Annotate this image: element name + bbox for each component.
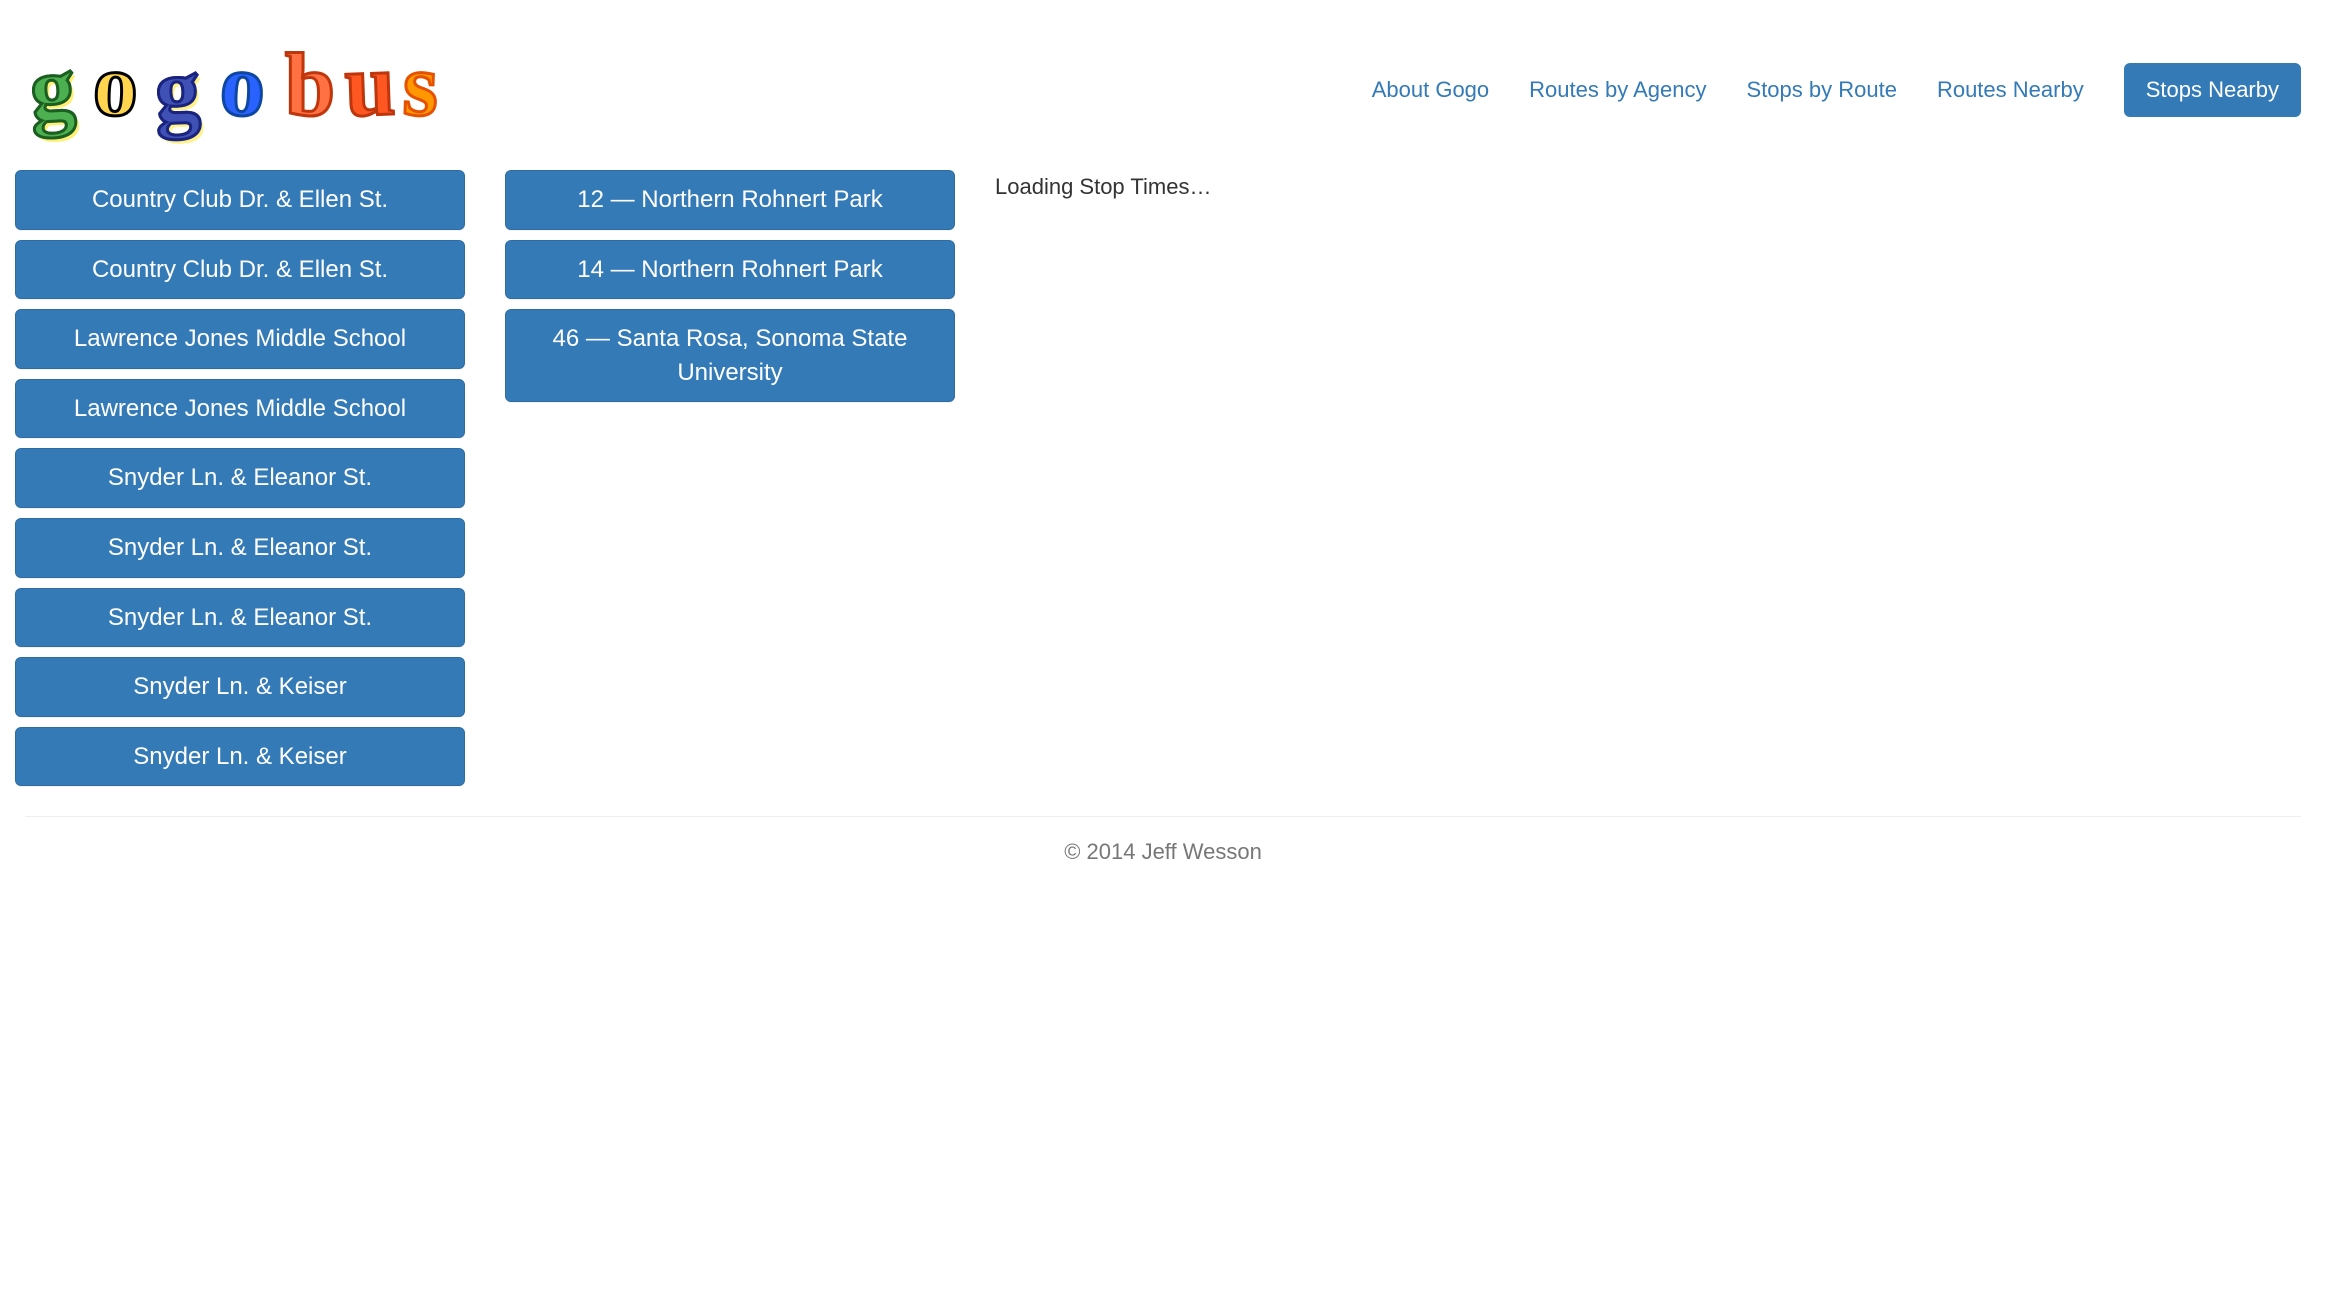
stop-button[interactable]: Country Club Dr. & Ellen St.	[15, 170, 465, 230]
header: g g g o g g g o b u s	[15, 0, 2311, 170]
route-button[interactable]: 14 — Northern Rohnert Park	[505, 240, 955, 300]
loading-text: Loading Stop Times…	[995, 174, 2311, 200]
nav-routes-nearby[interactable]: Routes Nearby	[1937, 77, 2084, 103]
routes-column: 12 — Northern Rohnert Park 14 — Northern…	[505, 170, 955, 786]
logo[interactable]: g g g o g g g o b u s	[25, 30, 465, 150]
svg-text:u: u	[343, 35, 396, 136]
stop-button[interactable]: Snyder Ln. & Keiser	[15, 657, 465, 717]
svg-text:b: b	[285, 36, 335, 135]
copyright-text: © 2014 Jeff Wesson	[1064, 839, 1262, 864]
stop-button[interactable]: Snyder Ln. & Keiser	[15, 727, 465, 787]
svg-text:s: s	[401, 35, 439, 135]
route-button[interactable]: 12 — Northern Rohnert Park	[505, 170, 955, 230]
stop-button[interactable]: Country Club Dr. & Ellen St.	[15, 240, 465, 300]
nav-stops-nearby[interactable]: Stops Nearby	[2124, 63, 2301, 117]
stop-button[interactable]: Lawrence Jones Middle School	[15, 309, 465, 369]
nav-stops-by-route[interactable]: Stops by Route	[1747, 77, 1897, 103]
stop-button[interactable]: Lawrence Jones Middle School	[15, 379, 465, 439]
nav-routes-by-agency[interactable]: Routes by Agency	[1529, 77, 1706, 103]
route-button[interactable]: 46 — Santa Rosa, Sonoma State University	[505, 309, 955, 402]
stop-button[interactable]: Snyder Ln. & Eleanor St.	[15, 518, 465, 578]
stop-button[interactable]: Snyder Ln. & Eleanor St.	[15, 448, 465, 508]
stop-times-column: Loading Stop Times…	[995, 170, 2311, 786]
svg-text:o: o	[218, 35, 268, 136]
logo-svg: g g g o g g g o b u s	[25, 30, 465, 150]
svg-text:g: g	[153, 40, 201, 141]
nav-about[interactable]: About Gogo	[1372, 77, 1489, 103]
svg-text:g: g	[27, 38, 77, 139]
stop-button[interactable]: Snyder Ln. & Eleanor St.	[15, 588, 465, 648]
svg-text:o: o	[91, 35, 139, 136]
main-content: Country Club Dr. & Ellen St. Country Clu…	[15, 170, 2311, 816]
main-nav: About Gogo Routes by Agency Stops by Rou…	[1372, 63, 2301, 117]
footer: © 2014 Jeff Wesson	[15, 817, 2311, 887]
stops-column: Country Club Dr. & Ellen St. Country Clu…	[15, 170, 465, 786]
